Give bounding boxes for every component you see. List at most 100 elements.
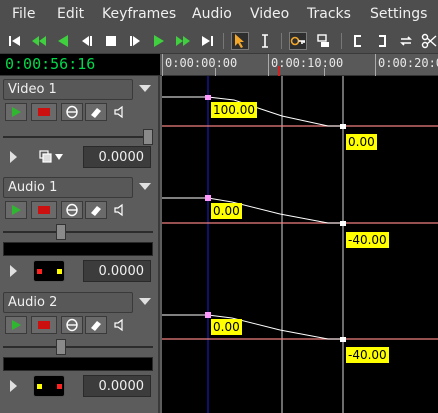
record-button[interactable] [31,201,57,219]
time-ruler[interactable]: 0:00:00:00 0:00:10:00 0:00:20:0 [160,54,438,76]
menu-keyframes[interactable]: Keyframes [102,6,176,22]
keyframe-point[interactable] [340,124,346,129]
speaker-icon[interactable] [109,103,131,121]
fade-slider[interactable] [3,129,153,145]
keyframe-value-label: 0.00 [211,319,242,335]
level-meter [3,242,153,256]
solo-button[interactable] [61,201,83,219]
expand-arrow-icon[interactable] [10,380,17,392]
keyframe-point[interactable] [205,95,211,100]
slider-groove [3,231,153,233]
volume-slider[interactable] [3,224,153,240]
track-headers: Video 1 0.0000 Audio 1 0.0000 Audio 2 0.… [0,76,160,413]
solo-button[interactable] [61,316,83,334]
pan-control[interactable] [33,375,65,397]
toolbar-separator [281,33,282,49]
menu-audio[interactable]: Audio [192,6,232,22]
track-value-field[interactable]: 0.0000 [83,146,151,168]
slider-groove [3,346,153,348]
track-value-field[interactable]: 0.0000 [83,375,151,397]
ruler-label: 0:00:20:0 [378,56,438,70]
track-name-box[interactable]: Audio 2 [3,292,133,313]
record-button[interactable] [31,316,57,334]
key-icon[interactable] [289,32,307,50]
ruler-major-tick [375,54,376,76]
keyframe-point[interactable] [340,221,346,226]
keyframe-point[interactable] [340,337,346,342]
slider-knob[interactable] [56,224,66,240]
expand-arrow-icon[interactable] [10,151,17,163]
ruler-major-tick [268,54,269,76]
track-menu-arrow-icon[interactable] [139,85,151,92]
slider-knob[interactable] [143,129,153,145]
track-value: 0.0000 [98,264,145,279]
keyframe-point[interactable] [205,312,211,318]
track-header-audio-1: Audio 1 0.0000 [0,174,158,289]
skip-to-start-icon[interactable] [6,32,24,50]
play-backward-icon[interactable] [54,32,72,50]
menu-settings[interactable]: Settings [370,6,427,22]
toolbar [0,28,438,54]
playhead-marker[interactable] [278,66,280,76]
eraser-icon[interactable] [85,201,107,219]
loop-icon[interactable] [397,32,415,50]
ruler-minor-tick [324,68,325,76]
speaker-icon[interactable] [109,201,131,219]
fast-forward-icon[interactable] [174,32,192,50]
select-arrow-icon[interactable] [231,32,249,50]
ruler-minor-tick [215,68,216,76]
pan-right-dot [57,384,62,389]
step-back-icon[interactable] [78,32,96,50]
speaker-icon[interactable] [109,316,131,334]
slider-knob[interactable] [56,339,66,355]
menu-file[interactable]: File [12,6,35,22]
eraser-icon[interactable] [85,103,107,121]
track-name: Audio 1 [8,180,58,195]
ruler-major-tick [162,54,163,76]
expand-arrow-icon[interactable] [10,265,17,277]
pan-left-dot [37,384,42,389]
level-meter [3,357,153,371]
scissors-icon[interactable] [420,32,438,50]
play-button[interactable] [5,316,27,334]
slider-groove [3,136,153,138]
rewind-icon[interactable] [30,32,48,50]
bracket-left-icon[interactable] [349,32,367,50]
solo-button[interactable] [61,103,83,121]
timeline-area[interactable]: 100.00 0.00 0.00 -40.00 0.00 -40.00 [162,76,438,413]
keyframe-curve [162,197,343,224]
keyframe-value-label: -40.00 [346,232,389,248]
step-forward-icon[interactable] [126,32,144,50]
eraser-icon[interactable] [85,316,107,334]
pan-control[interactable] [33,260,65,282]
track-name: Audio 2 [8,295,58,310]
keyframe-point[interactable] [205,195,211,201]
track-value: 0.0000 [98,379,145,394]
record-button[interactable] [31,103,57,121]
play-button[interactable] [5,103,27,121]
play-button[interactable] [5,201,27,219]
stop-icon[interactable] [102,32,120,50]
menu-video[interactable]: Video [250,6,289,22]
track-menu-arrow-icon[interactable] [139,183,151,190]
toolbar-separator [341,33,342,49]
timecode-text: 0:00:56:16 [5,55,96,73]
track-value-field[interactable]: 0.0000 [83,260,151,282]
track-header-video-1: Video 1 0.0000 [0,76,158,174]
track-name-box[interactable]: Video 1 [3,79,133,100]
text-cursor-icon[interactable] [256,32,274,50]
skip-to-end-icon[interactable] [198,32,216,50]
volume-slider[interactable] [3,339,153,355]
timeline-canvas [162,76,438,413]
track-menu-arrow-icon[interactable] [139,298,151,305]
menu-tracks[interactable]: Tracks [307,6,351,22]
play-icon[interactable] [150,32,168,50]
menu-edit[interactable]: Edit [57,6,84,22]
ruler-label: 0:00:10:00 [271,56,344,70]
keyframe-value-label: 0.00 [211,203,242,219]
track-name-box[interactable]: Audio 1 [3,177,133,198]
bracket-right-icon[interactable] [373,32,391,50]
keyframe-value-label: 100.00 [211,102,257,118]
razor-tool-icon[interactable] [314,32,332,50]
overlay-mode-icon[interactable] [38,149,64,165]
